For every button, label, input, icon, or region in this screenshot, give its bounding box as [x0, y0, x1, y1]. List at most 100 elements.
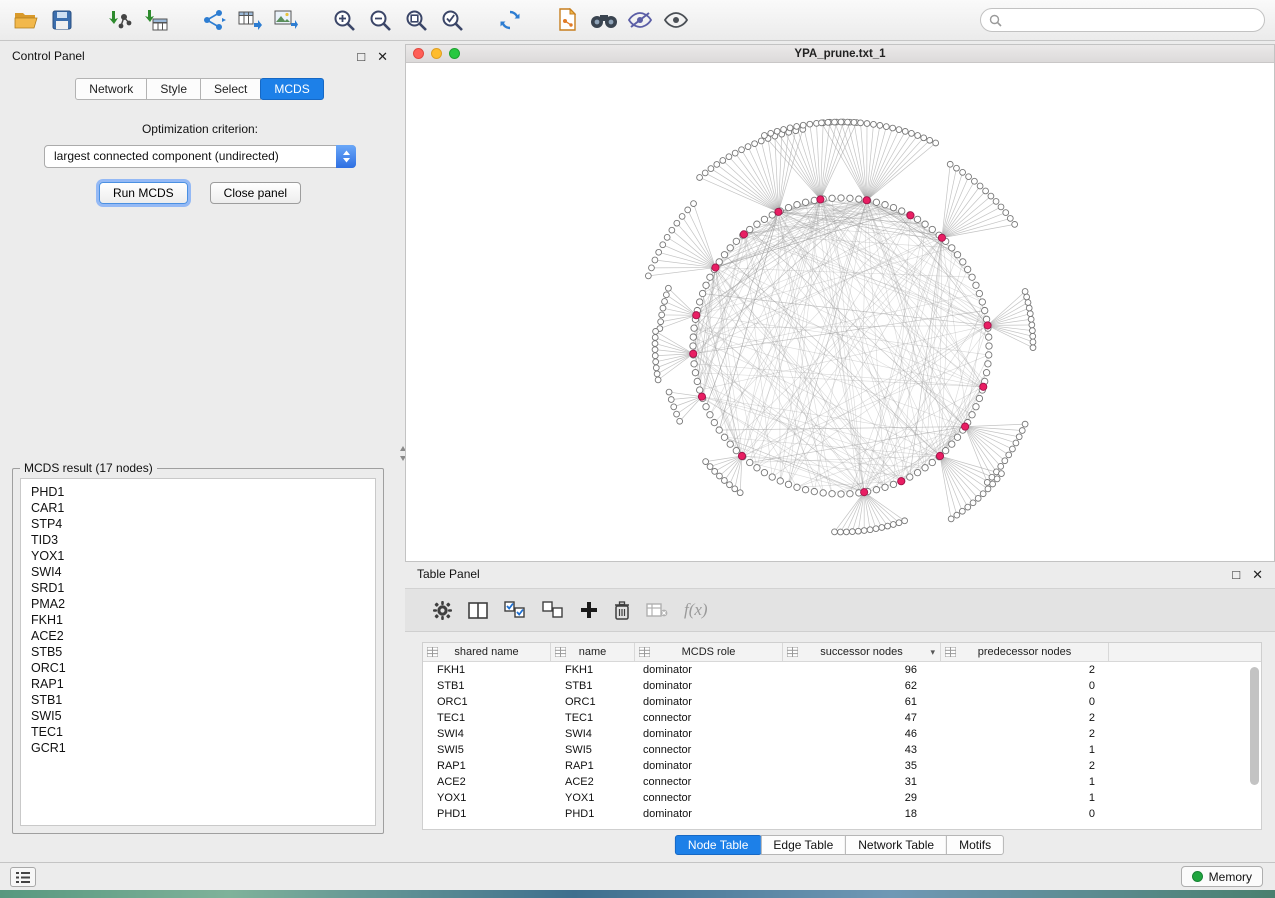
table-cell: RAP1 [423, 760, 551, 772]
mcds-result-item[interactable]: YOX1 [31, 548, 375, 564]
tab-select[interactable]: Select [200, 78, 261, 100]
function-builder-button[interactable]: f(x) [684, 595, 708, 625]
zoom-out-button[interactable] [364, 5, 396, 35]
checked-boxes-icon [504, 601, 526, 619]
table-cell: 96 [783, 664, 941, 676]
import-table-button[interactable] [140, 5, 172, 35]
table-row[interactable]: TEC1TEC1connector472 [423, 710, 1261, 726]
delete-table-button[interactable] [646, 595, 668, 625]
mcds-result-item[interactable]: PHD1 [31, 484, 375, 500]
tab-node-table[interactable]: Node Table [675, 835, 762, 855]
column-header-name[interactable]: name [551, 643, 635, 661]
tab-style[interactable]: Style [146, 78, 201, 100]
run-mcds-button[interactable]: Run MCDS [99, 182, 188, 204]
mcds-result-title: MCDS result (17 nodes) [20, 461, 157, 475]
column-header-shared-name[interactable]: shared name [423, 643, 551, 661]
mcds-result-item[interactable]: ORC1 [31, 660, 375, 676]
zoom-fit-button[interactable] [400, 5, 432, 35]
close-table-panel-icon[interactable]: ✕ [1252, 568, 1263, 581]
table-row[interactable]: SWI5SWI5connector431 [423, 742, 1261, 758]
eye-icon [663, 11, 689, 29]
mcds-result-list[interactable]: PHD1CAR1STP4TID3YOX1SWI4SRD1PMA2FKH1ACE2… [20, 478, 376, 826]
export-table-button[interactable] [234, 5, 266, 35]
column-type-icon [945, 647, 956, 657]
scrollbar-thumb[interactable] [1250, 667, 1259, 785]
column-header-successor-nodes[interactable]: successor nodes ▾ [783, 643, 941, 661]
table-row[interactable]: STB1STB1dominator620 [423, 678, 1261, 694]
mcds-result-item[interactable]: TID3 [31, 532, 375, 548]
network-title: YPA_prune.txt_1 [406, 48, 1274, 60]
status-bar: Memory [0, 862, 1275, 890]
mcds-result-item[interactable]: SRD1 [31, 580, 375, 596]
table-row[interactable]: SWI4SWI4dominator462 [423, 726, 1261, 742]
zoom-in-button[interactable] [328, 5, 360, 35]
tab-network[interactable]: Network [75, 78, 147, 100]
float-table-panel-icon[interactable]: □ [1232, 568, 1240, 581]
control-panel-title: Control Panel [12, 49, 85, 63]
column-header-predecessor-nodes[interactable]: predecessor nodes [941, 643, 1109, 661]
mcds-result-item[interactable]: SWI5 [31, 708, 375, 724]
table-row[interactable]: ORC1ORC1dominator610 [423, 694, 1261, 710]
table-cell: ACE2 [423, 776, 551, 788]
table-row[interactable]: ACE2ACE2connector311 [423, 774, 1261, 790]
table-row[interactable]: RAP1RAP1dominator352 [423, 758, 1261, 774]
mcds-result-item[interactable]: SWI4 [31, 564, 375, 580]
export-image-button[interactable] [270, 5, 302, 35]
float-panel-icon[interactable]: □ [357, 50, 365, 63]
search-box[interactable] [980, 8, 1265, 32]
table-tabs: Node Table Edge Table Network Table Moti… [676, 835, 1004, 855]
sort-descending-icon[interactable]: ▾ [930, 647, 935, 658]
panel-menu-button[interactable] [10, 867, 36, 887]
clone-network-button[interactable] [552, 5, 584, 35]
criterion-dropdown[interactable]: largest connected component (undirected) [44, 145, 356, 168]
table-scrollbar[interactable] [1250, 665, 1259, 825]
zoom-selected-button[interactable] [436, 5, 468, 35]
mcds-result-item[interactable]: STB1 [31, 692, 375, 708]
table-row[interactable]: FKH1FKH1dominator962 [423, 662, 1261, 678]
close-mcds-panel-button[interactable]: Close panel [210, 182, 301, 204]
search-input[interactable] [1007, 13, 1256, 27]
search-network-button[interactable] [588, 5, 620, 35]
deselect-all-rows-button[interactable] [542, 595, 564, 625]
mcds-result-item[interactable]: ACE2 [31, 628, 375, 644]
network-canvas[interactable] [406, 63, 1274, 561]
table-cell: dominator [635, 664, 783, 676]
mcds-result-item[interactable]: STB5 [31, 644, 375, 660]
mcds-result-item[interactable]: FKH1 [31, 612, 375, 628]
table-row[interactable]: YOX1YOX1connector291 [423, 790, 1261, 806]
mcds-result-item[interactable]: CAR1 [31, 500, 375, 516]
tab-network-table[interactable]: Network Table [845, 835, 947, 855]
minimize-window-icon[interactable] [431, 48, 442, 59]
create-column-button[interactable] [580, 595, 598, 625]
table-settings-button[interactable] [433, 595, 452, 625]
mcds-result-item[interactable]: STP4 [31, 516, 375, 532]
close-panel-icon[interactable]: ✕ [377, 50, 388, 63]
table-cell: 1 [941, 776, 1109, 788]
import-network-button[interactable] [104, 5, 136, 35]
maximize-window-icon[interactable] [449, 48, 460, 59]
delete-column-button[interactable] [614, 595, 630, 625]
mcds-result-item[interactable]: TEC1 [31, 724, 375, 740]
tab-motifs[interactable]: Motifs [946, 835, 1004, 855]
mcds-result-item[interactable]: PMA2 [31, 596, 375, 612]
close-window-icon[interactable] [413, 48, 424, 59]
column-header-mcds-role[interactable]: MCDS role [635, 643, 783, 661]
save-session-button[interactable] [46, 5, 78, 35]
refresh-view-button[interactable] [494, 5, 526, 35]
table-cell: 1 [941, 792, 1109, 804]
table-toolbar: f(x) [405, 588, 1275, 632]
export-network-button[interactable] [198, 5, 230, 35]
column-label: shared name [454, 646, 518, 658]
show-all-button[interactable] [660, 5, 692, 35]
memory-button[interactable]: Memory [1181, 866, 1263, 887]
network-titlebar[interactable]: YPA_prune.txt_1 [406, 45, 1274, 63]
mcds-result-item[interactable]: GCR1 [31, 740, 375, 756]
show-columns-button[interactable] [468, 595, 488, 625]
table-row[interactable]: PHD1PHD1dominator180 [423, 806, 1261, 822]
mcds-result-item[interactable]: RAP1 [31, 676, 375, 692]
select-all-rows-button[interactable] [504, 595, 526, 625]
hide-selected-button[interactable] [624, 5, 656, 35]
tab-edge-table[interactable]: Edge Table [760, 835, 846, 855]
tab-mcds[interactable]: MCDS [260, 78, 323, 100]
open-file-button[interactable] [10, 5, 42, 35]
